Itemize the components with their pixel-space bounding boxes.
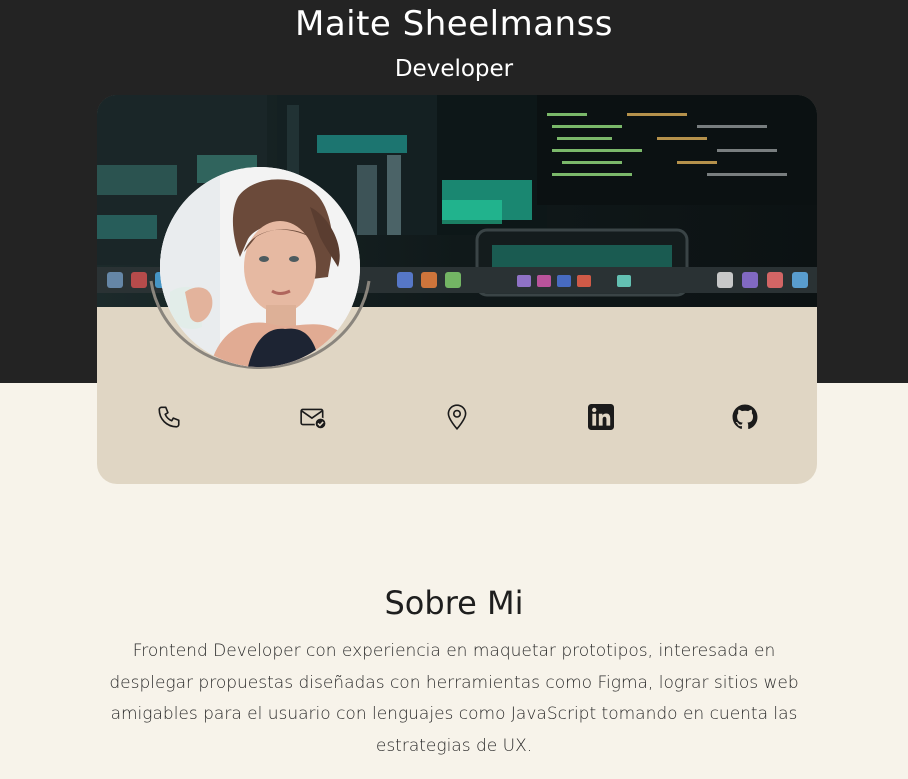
about-title: Sobre Mi <box>384 584 524 622</box>
linkedin-icon[interactable] <box>579 395 623 439</box>
location-pin-icon[interactable] <box>435 395 479 439</box>
phone-icon[interactable] <box>147 395 191 439</box>
profile-role: Developer <box>394 56 514 82</box>
profile-card <box>97 95 817 484</box>
mail-check-icon[interactable] <box>291 395 335 439</box>
profile-name: Maite Sheelmanss <box>294 4 614 44</box>
about-text: Frontend Developer con experiencia en ma… <box>109 641 799 756</box>
avatar <box>160 167 360 367</box>
github-icon[interactable] <box>723 395 767 439</box>
contact-links <box>97 395 817 439</box>
